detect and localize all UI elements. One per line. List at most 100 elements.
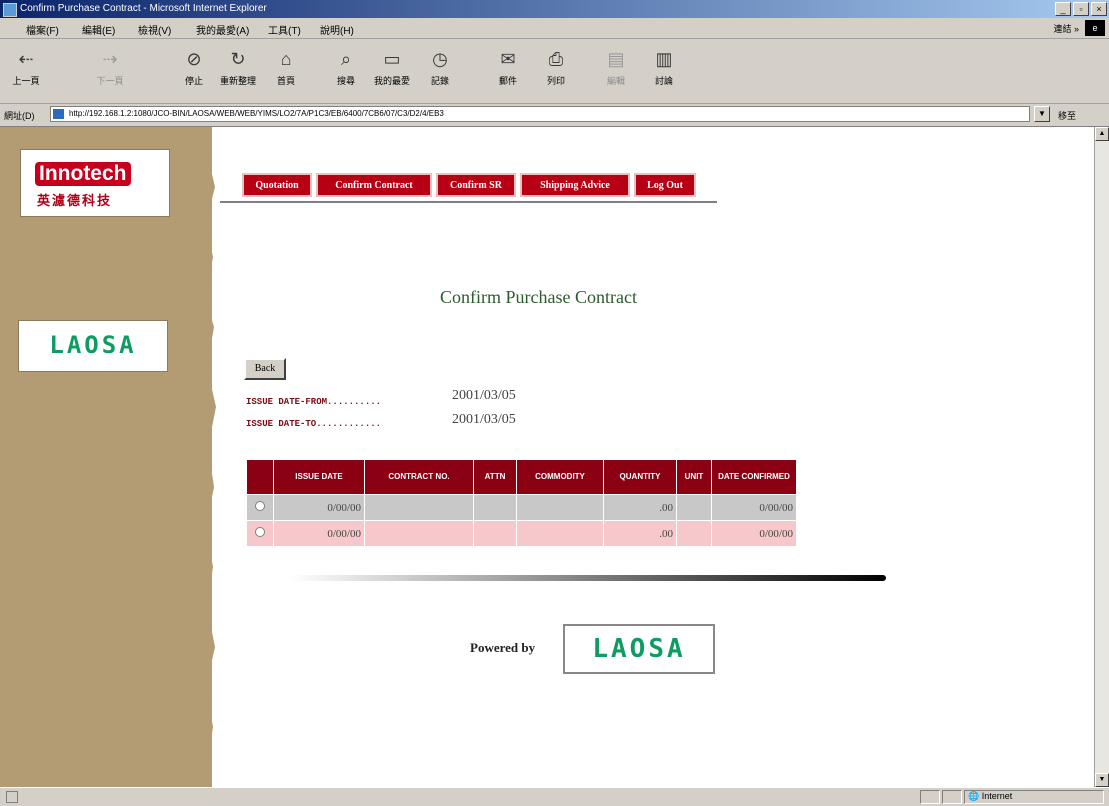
cell-date-confirmed: 0/00/00	[711, 494, 797, 521]
mail-icon: ✉	[500, 49, 516, 69]
cell-contract-no	[364, 520, 474, 547]
links-label[interactable]: 連結 »	[1053, 22, 1079, 35]
back-button[interactable]: ⇠ 上一頁	[4, 47, 48, 97]
status-pane	[920, 790, 940, 804]
window-title: Confirm Purchase Contract - Microsoft In…	[20, 3, 267, 14]
refresh-button[interactable]: ↻ 重新整理	[216, 47, 260, 97]
status-pane	[942, 790, 962, 804]
forward-button[interactable]: ⇢ 下一頁	[88, 47, 132, 97]
sidebar	[0, 127, 212, 787]
internet-zone-label: 🌐 Internet	[968, 791, 1013, 801]
forward-arrow-icon: ⇢	[102, 49, 118, 69]
go-button[interactable]: 移至	[1058, 109, 1076, 122]
discuss-icon: ▥	[655, 49, 673, 69]
col-issue-date: ISSUE DATE	[273, 459, 365, 495]
mail-button[interactable]: ✉ 郵件	[486, 47, 530, 97]
ie-app-icon	[3, 3, 17, 17]
menu-help[interactable]: 說明(H)	[320, 22, 354, 37]
cell-issue-date: 0/00/00	[273, 494, 365, 521]
laosa-footer-logo[interactable]: LAOSA	[563, 624, 715, 674]
back-page-button[interactable]: Back	[244, 358, 286, 380]
col-unit: UNIT	[676, 459, 712, 495]
window-controls: _ ▫ ×	[1055, 2, 1107, 16]
tab-confirm-contract[interactable]: Confirm Contract	[316, 173, 432, 197]
powered-by-label: Powered by	[470, 640, 536, 655]
address-bar: 網址(D) http://192.168.1.2:1080/JCO-BIN/LA…	[0, 104, 1109, 127]
back-arrow-icon: ⇠	[18, 49, 34, 69]
contract-table: ISSUE DATE CONTRACT NO. ATTN COMMODITY Q…	[246, 459, 797, 547]
print-button[interactable]: ⎙ 列印	[534, 47, 578, 97]
tab-log-out[interactable]: Log Out	[634, 173, 696, 197]
col-contract-no: CONTRACT NO.	[364, 459, 474, 495]
stop-icon: ⊘	[186, 49, 202, 69]
edit-button[interactable]: ▤ 編輯	[594, 47, 638, 97]
col-attn: ATTN	[473, 459, 517, 495]
innotech-logo[interactable]: Innotech 英濾德科技	[20, 149, 170, 217]
scroll-down-icon[interactable]: ▼	[1095, 773, 1109, 787]
menu-edit[interactable]: 編輯(E)	[82, 22, 115, 37]
window-titlebar: Confirm Purchase Contract - Microsoft In…	[0, 0, 1109, 18]
cell-quantity: .00	[603, 494, 677, 521]
cell-unit	[676, 520, 712, 547]
stop-button[interactable]: ⊘ 停止	[172, 47, 216, 97]
row-select-radio[interactable]	[246, 520, 274, 547]
history-icon: ◷	[432, 49, 448, 69]
torn-paper-edge	[196, 127, 216, 787]
cell-commodity	[516, 494, 604, 521]
refresh-icon: ↻	[230, 49, 246, 69]
nav-tabs: Quotation Confirm Contract Confirm SR Sh…	[220, 171, 717, 203]
search-button[interactable]: ⌕ 搜尋	[324, 47, 368, 97]
page-icon	[53, 109, 64, 119]
menu-tools[interactable]: 工具(T)	[268, 22, 301, 37]
history-button[interactable]: ◷ 記錄	[418, 47, 462, 97]
cell-commodity	[516, 520, 604, 547]
close-button[interactable]: ×	[1091, 2, 1107, 16]
page-title: Confirm Purchase Contract	[440, 287, 637, 307]
issue-date-from-value: 2001/03/05	[452, 388, 516, 403]
laosa-logo[interactable]: LAOSA	[18, 320, 168, 372]
col-date-confirmed: DATE CONFIRMED	[711, 459, 797, 495]
cell-issue-date: 0/00/00	[273, 520, 365, 547]
cell-attn	[473, 520, 517, 547]
menu-favorites[interactable]: 我的最愛(A)	[196, 22, 249, 37]
tab-shipping-advice[interactable]: Shipping Advice	[520, 173, 630, 197]
address-dropdown-button[interactable]: ▼	[1034, 106, 1050, 122]
status-bar: 🌐 Internet	[0, 787, 1109, 806]
issue-date-to-label: ISSUE DATE-TO............	[246, 419, 382, 429]
laosa-logo-text: LAOSA	[49, 331, 137, 359]
home-icon: ⌂	[280, 49, 292, 69]
vertical-scrollbar[interactable]: ▲ ▼	[1094, 127, 1109, 787]
edit-icon: ▤	[607, 49, 625, 69]
radio-icon[interactable]	[255, 527, 265, 537]
print-icon: ⎙	[548, 49, 564, 69]
innotech-subtitle: 英濾德科技	[37, 193, 113, 208]
cell-unit	[676, 494, 712, 521]
tab-quotation[interactable]: Quotation	[242, 173, 312, 197]
radio-icon[interactable]	[255, 501, 265, 511]
favorites-button[interactable]: ▭ 我的最愛	[370, 47, 414, 97]
minimize-button[interactable]: _	[1055, 2, 1071, 16]
cell-quantity: .00	[603, 520, 677, 547]
table-header-row: ISSUE DATE CONTRACT NO. ATTN COMMODITY Q…	[246, 459, 797, 495]
table-row[interactable]: 0/00/00 .00 0/00/00	[246, 520, 797, 547]
maximize-button[interactable]: ▫	[1073, 2, 1089, 16]
scroll-up-icon[interactable]: ▲	[1095, 127, 1109, 141]
discuss-button[interactable]: ▥ 討論	[642, 47, 686, 97]
table-row[interactable]: 0/00/00 .00 0/00/00	[246, 494, 797, 521]
page-viewport: Innotech 英濾德科技 LAOSA Quotation Confirm C…	[0, 127, 1094, 787]
toolbar: ⇠ 上一頁 ⇢ 下一頁 ⊘ 停止 ↻ 重新整理 ⌂ 首頁 ⌕ 搜尋 ▭ 我的最愛 ◷ 記錄 ✉ 郵…	[0, 39, 1109, 104]
favorites-icon: ▭	[383, 49, 401, 69]
cell-date-confirmed: 0/00/00	[711, 520, 797, 547]
status-page-icon	[6, 791, 18, 803]
address-input[interactable]: http://192.168.1.2:1080/JCO-BIN/LAOSA/WE…	[50, 106, 1030, 122]
row-select-radio[interactable]	[246, 494, 274, 521]
gradient-divider	[290, 575, 886, 581]
tab-confirm-sr[interactable]: Confirm SR	[436, 173, 516, 197]
home-button[interactable]: ⌂ 首頁	[264, 47, 308, 97]
menu-file[interactable]: 檔案(F)	[26, 22, 59, 37]
menu-view[interactable]: 檢視(V)	[138, 22, 171, 37]
address-label: 網址(D)	[4, 111, 35, 121]
issue-date-to-value: 2001/03/05	[452, 412, 516, 427]
menubar: 檔案(F) 編輯(E) 檢視(V) 我的最愛(A) 工具(T) 說明(H) 連結…	[0, 18, 1109, 39]
issue-date-from-label: ISSUE DATE-FROM..........	[246, 397, 382, 407]
